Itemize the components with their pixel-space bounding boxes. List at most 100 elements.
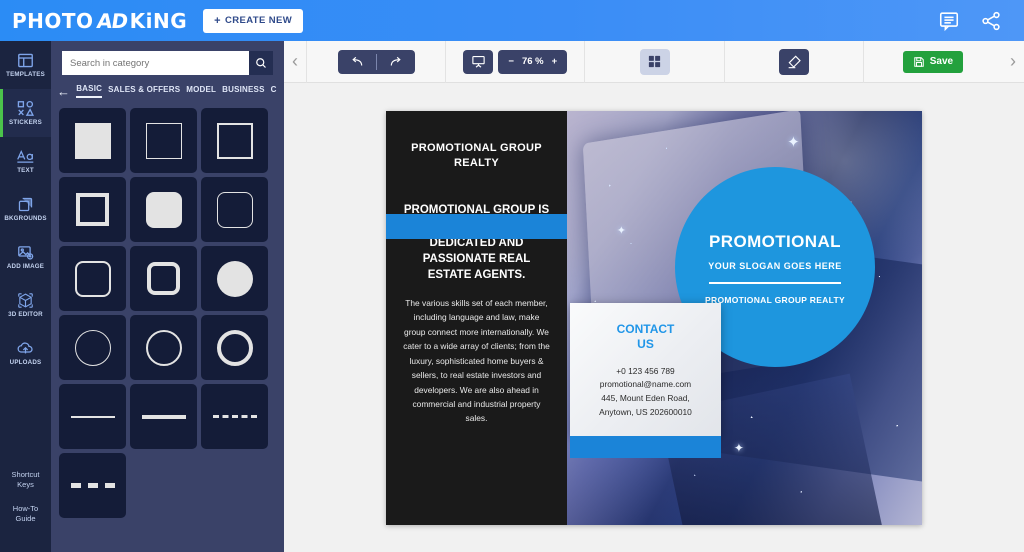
sidebar-item-stickers[interactable]: STICKERS <box>0 89 51 137</box>
sparkle-icon: ✦ <box>616 225 626 238</box>
how-to-guide-link[interactable]: How-To Guide <box>0 504 51 524</box>
stickers-panel: ← BASIC SALES & OFFERS MODEL BUSINESS C … <box>51 41 284 552</box>
three-d-editor-icon <box>17 291 34 310</box>
shape-rounded-square-outline-thin[interactable] <box>201 177 268 242</box>
flyer-body-text[interactable]: The various skills set of each member, i… <box>386 283 567 426</box>
flyer-blue-divider[interactable] <box>386 213 567 239</box>
shape-square-outline-thin[interactable] <box>130 108 197 173</box>
panel-collapse-left-button[interactable]: ‹ <box>284 41 306 83</box>
circle-outline-medium-icon <box>145 329 182 366</box>
sidebar-item-3d-editor[interactable]: 3D EDITOR <box>0 281 51 329</box>
photoadking-editor: PHOTO AD KiNG + CREATE NEW TEMPLATES STI… <box>0 0 1024 552</box>
sidebar-item-backgrounds[interactable]: BKGROUNDS <box>0 185 51 233</box>
tab-basic[interactable]: BASIC <box>76 84 103 98</box>
shortcut-keys-line2: Keys <box>17 479 34 489</box>
contact-title-line2: US <box>637 336 654 351</box>
save-button[interactable]: Save <box>902 50 964 73</box>
uploads-icon <box>16 339 35 358</box>
flyer-left-column: PROMOTIONAL GROUP REALTY PROMOTIONAL GRO… <box>386 110 567 525</box>
sidebar-item-add-image[interactable]: ADD IMAGE <box>0 233 51 281</box>
shape-square-filled[interactable] <box>59 108 126 173</box>
add-image-icon <box>17 243 34 262</box>
undo-button[interactable] <box>338 50 376 74</box>
shape-rounded-square-outline-medium[interactable] <box>59 246 126 311</box>
contact-address-line2: Anytown, US 202600010 <box>599 406 692 417</box>
history-group <box>307 49 445 74</box>
shape-line-dashed-thick[interactable] <box>59 453 126 518</box>
line-thick-icon <box>141 414 186 419</box>
create-new-button[interactable]: + CREATE NEW <box>203 8 304 33</box>
sidebar-item-text[interactable]: TEXT <box>0 137 51 185</box>
line-thin-icon <box>70 415 115 418</box>
presentation-icon[interactable] <box>463 49 494 74</box>
zoom-in-button[interactable]: + <box>552 56 558 67</box>
sidebar-item-uploads[interactable]: UPLOADS <box>0 329 51 377</box>
shortcut-keys-link[interactable]: Shortcut Keys <box>0 470 51 490</box>
save-label: Save <box>929 56 954 67</box>
line-dashed-thin-icon <box>212 415 257 418</box>
redo-button[interactable] <box>377 50 415 74</box>
rounded-square-outline-thick-icon <box>147 262 180 295</box>
tab-model[interactable]: MODEL <box>186 85 216 97</box>
flyer-design[interactable]: PROMOTIONAL GROUP REALTY PROMOTIONAL GRO… <box>386 110 922 525</box>
comment-icon[interactable] <box>938 10 960 32</box>
rounded-square-outline-thin-icon <box>216 191 253 228</box>
canvas-toolbar: ‹ − 76 % + Save › <box>284 40 1024 83</box>
panel-collapse-right-button[interactable]: › <box>1002 41 1024 83</box>
tab-sales-and-offers[interactable]: SALES & OFFERS <box>108 85 180 97</box>
sidebar-label-uploads: UPLOADS <box>9 359 42 367</box>
shape-line-thin[interactable] <box>59 384 126 449</box>
zoom-out-button[interactable]: − <box>508 56 514 67</box>
badge-divider-line <box>709 281 841 285</box>
eraser-icon[interactable] <box>778 48 809 75</box>
undo-redo-pill <box>337 49 415 74</box>
create-new-label: CREATE NEW <box>224 15 293 26</box>
sparkle-icon: ✦ <box>733 440 744 455</box>
contact-card[interactable]: CONTACT US +0 123 456 789 promotional@na… <box>570 302 721 436</box>
zoom-level-value: 76 % <box>521 56 544 67</box>
category-tabs: ← BASIC SALES & OFFERS MODEL BUSINESS C … <box>51 75 284 98</box>
rounded-square-outline-medium-icon <box>74 260 111 297</box>
shape-line-dashed-thin[interactable] <box>201 384 268 449</box>
shape-circle-filled[interactable] <box>201 246 268 311</box>
search-input[interactable] <box>62 51 249 75</box>
tabs-prev-arrow[interactable]: ← <box>57 85 70 98</box>
eraser-group <box>725 48 863 75</box>
search-bar <box>51 41 284 75</box>
circle-filled-icon <box>216 260 253 297</box>
line-dashed-thick-icon <box>70 483 115 488</box>
tab-business[interactable]: BUSINESS <box>222 85 265 97</box>
square-outline-thick-icon <box>76 193 109 226</box>
sidebar-label-stickers: STICKERS <box>9 119 42 127</box>
square-outline-medium-icon <box>216 122 253 159</box>
sidebar-item-templates[interactable]: TEMPLATES <box>0 41 51 89</box>
shape-circle-outline-medium[interactable] <box>130 315 197 380</box>
share-icon[interactable] <box>980 10 1002 32</box>
flyer-right-column: ✦ ✦ ✦ ✦ PROMOTIONAL YOUR SLOGAN GOES HER… <box>567 110 922 525</box>
sidebar-label-templates: TEMPLATES <box>6 71 45 79</box>
sidebar-label-bkgrounds: BKGROUNDS <box>4 215 47 223</box>
contact-details: +0 123 456 789 promotional@name.com 445,… <box>599 365 692 420</box>
shape-circle-outline-thin[interactable] <box>59 315 126 380</box>
backgrounds-icon <box>17 195 34 214</box>
shape-circle-outline-thick[interactable] <box>201 315 268 380</box>
shortcut-keys-line1: Shortcut <box>11 469 40 479</box>
circle-outline-thick-icon <box>216 329 253 366</box>
tab-truncated[interactable]: C <box>271 85 277 97</box>
save-group: Save <box>864 50 1002 73</box>
shape-square-outline-thick[interactable] <box>59 177 126 242</box>
shape-square-outline-medium[interactable] <box>201 108 268 173</box>
contact-title-line1: CONTACT <box>616 321 675 336</box>
app-logo: PHOTO AD KiNG <box>12 9 187 33</box>
shape-rounded-square-outline-thick[interactable] <box>130 246 197 311</box>
shape-line-thick[interactable] <box>130 384 197 449</box>
search-button[interactable] <box>249 51 273 75</box>
flyer-company-title[interactable]: PROMOTIONAL GROUP REALTY <box>386 111 567 173</box>
grid-layout-icon[interactable] <box>639 48 670 75</box>
shape-rounded-square-filled[interactable] <box>130 177 197 242</box>
contact-title: CONTACT US <box>617 322 675 352</box>
stickers-icon <box>17 99 34 118</box>
canvas-area[interactable]: PROMOTIONAL GROUP REALTY PROMOTIONAL GRO… <box>284 83 1024 552</box>
editor-stage: ‹ − 76 % + Save › PROMOTIONAL GROUP REAL… <box>284 40 1024 552</box>
rounded-square-filled-icon <box>145 191 182 228</box>
